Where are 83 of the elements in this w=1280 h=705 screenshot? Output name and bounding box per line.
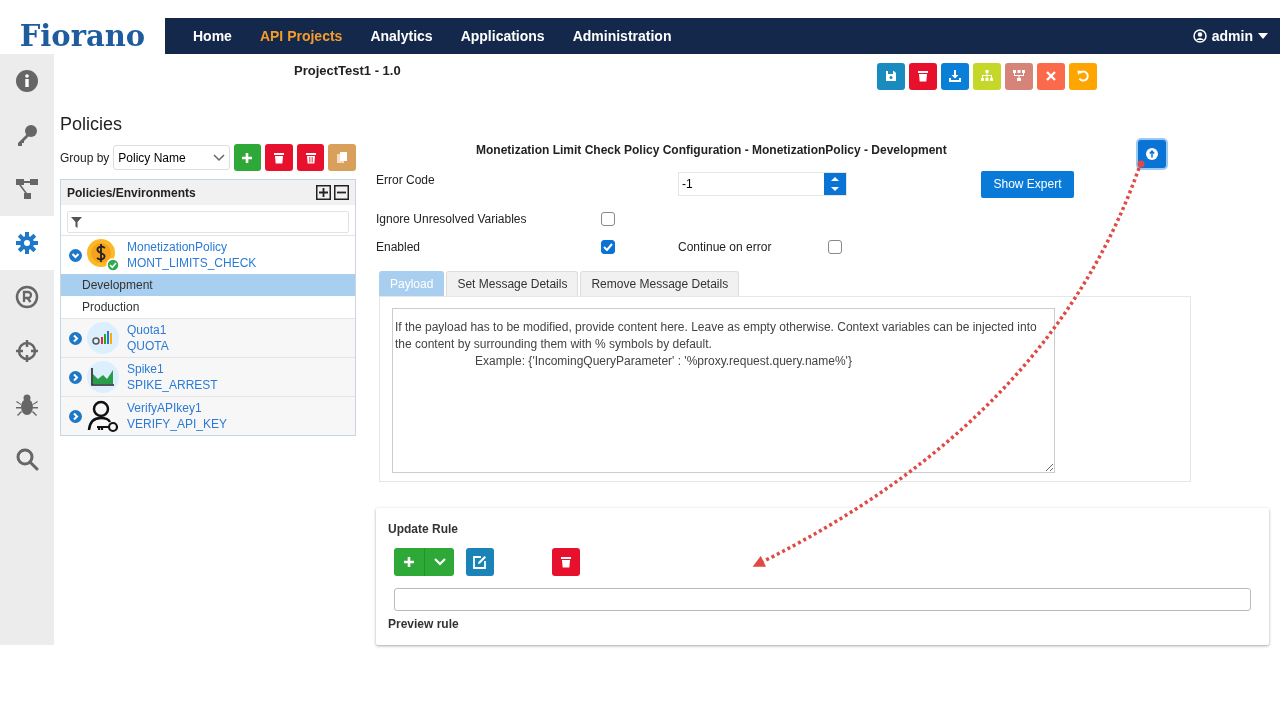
- expand-all-icon[interactable]: [316, 185, 331, 200]
- download-icon: [948, 70, 961, 82]
- section-title: Policies: [60, 114, 124, 135]
- tree-icon: [1012, 70, 1025, 82]
- delete-button[interactable]: [265, 144, 293, 171]
- field-label: Ignore Unresolved Variables: [376, 212, 528, 226]
- expand-icon[interactable]: [69, 409, 82, 423]
- policy-type: MONT_LIMITS_CHECK: [127, 255, 257, 271]
- spinner-button[interactable]: [824, 173, 846, 195]
- save-button[interactable]: [876, 62, 905, 90]
- undo-icon: [1076, 70, 1089, 82]
- tree-button[interactable]: [1004, 62, 1033, 90]
- group-by-dropdown[interactable]: Policy Name: [113, 145, 230, 170]
- preview-label: Preview rule: [388, 617, 460, 631]
- add-button[interactable]: [233, 144, 262, 171]
- rule-field[interactable]: [394, 588, 1251, 611]
- field-label: Error Code: [376, 173, 436, 187]
- upload-button[interactable]: [1137, 140, 1166, 168]
- policy-link[interactable]: Spike1: [127, 361, 218, 377]
- user-key-icon: [86, 399, 120, 433]
- policy-link[interactable]: MonetizationPolicy: [127, 239, 257, 255]
- delete-button[interactable]: [908, 62, 937, 90]
- payload-field[interactable]: If the payload has to be modified, provide content here. Leave as empty otherwise. Context variables can be injected into the content by surrounding them with % symbols by default. Example: {'IncomingQueryParameter' : '%proxy.request.query.name%'}: [392, 308, 1055, 473]
- nav-link[interactable]: Home: [179, 28, 246, 44]
- save-icon: [884, 70, 897, 82]
- close-button[interactable]: [1036, 62, 1065, 90]
- trash-icon: [273, 151, 286, 164]
- nav-link[interactable]: Analytics: [356, 28, 447, 44]
- collapse-all-icon[interactable]: [334, 185, 349, 200]
- settings-icon[interactable]: [0, 216, 54, 270]
- bar-chart-icon: [86, 321, 120, 355]
- error-code-field[interactable]: -1: [678, 172, 847, 196]
- config-title: Monetization Limit Check Policy Configuration - MonetizationPolicy - Development: [476, 143, 947, 157]
- sitemap-icon: [980, 70, 993, 82]
- panel-title: Policies/Environments: [67, 185, 196, 200]
- delete-button[interactable]: [552, 548, 580, 576]
- filter-icon: [71, 216, 82, 228]
- policy-type: VERIFY_API_KEY: [127, 416, 228, 432]
- upload-icon: [1145, 148, 1158, 160]
- trash-icon: [560, 556, 572, 568]
- policy-type: SPIKE_ARREST: [127, 377, 218, 393]
- add-rule-button[interactable]: [394, 548, 454, 576]
- trash-icon: [304, 151, 317, 164]
- user-icon: [1192, 29, 1207, 43]
- logo: Fiorano: [19, 19, 146, 53]
- field-label: Continue on error: [678, 240, 773, 254]
- expand-icon[interactable]: [69, 370, 82, 384]
- caret-icon: [1258, 33, 1268, 39]
- delete-all-button[interactable]: [296, 144, 325, 171]
- checkbox[interactable]: [601, 212, 615, 226]
- field-label: Enabled: [376, 240, 422, 254]
- tab[interactable]: Remove Message Details: [580, 271, 740, 296]
- chevron-icon: [433, 558, 446, 566]
- nav-link[interactable]: Administration: [558, 28, 686, 44]
- chevron-icon: [212, 153, 225, 162]
- expand-icon[interactable]: [69, 331, 82, 345]
- project-title: ProjectTest1 - 1.0: [294, 62, 401, 78]
- policy-link[interactable]: VerifyAPIkey1: [127, 400, 228, 416]
- dollar-icon: [86, 238, 120, 272]
- filter-field[interactable]: [67, 211, 349, 233]
- plus-icon: [402, 556, 415, 568]
- policy-type: QUOTA: [127, 338, 169, 354]
- edit-button[interactable]: [466, 548, 494, 576]
- tab[interactable]: Set Message Details: [446, 271, 579, 296]
- close-icon: [1044, 70, 1057, 82]
- group-by-label: Group by: [60, 150, 110, 165]
- copy-icon: [336, 151, 349, 164]
- edit-icon: [473, 555, 487, 569]
- collapse-icon[interactable]: [69, 248, 82, 262]
- environment-item[interactable]: Development: [61, 274, 355, 296]
- download-button[interactable]: [940, 62, 969, 90]
- up-down-icon: [830, 174, 840, 194]
- user-menu[interactable]: admin: [1186, 27, 1274, 45]
- show-expert-button[interactable]: Show Expert: [981, 170, 1074, 198]
- trash-icon: [916, 70, 929, 82]
- nav-link[interactable]: API Projects: [245, 28, 357, 44]
- card-title: Update Rule: [388, 522, 459, 536]
- checkbox[interactable]: [828, 240, 842, 254]
- nav-link[interactable]: Applications: [446, 28, 559, 44]
- checkbox[interactable]: [601, 240, 615, 254]
- area-chart-icon: [86, 360, 120, 394]
- policy-link[interactable]: Quota1: [127, 322, 169, 338]
- plus-icon: [241, 151, 254, 164]
